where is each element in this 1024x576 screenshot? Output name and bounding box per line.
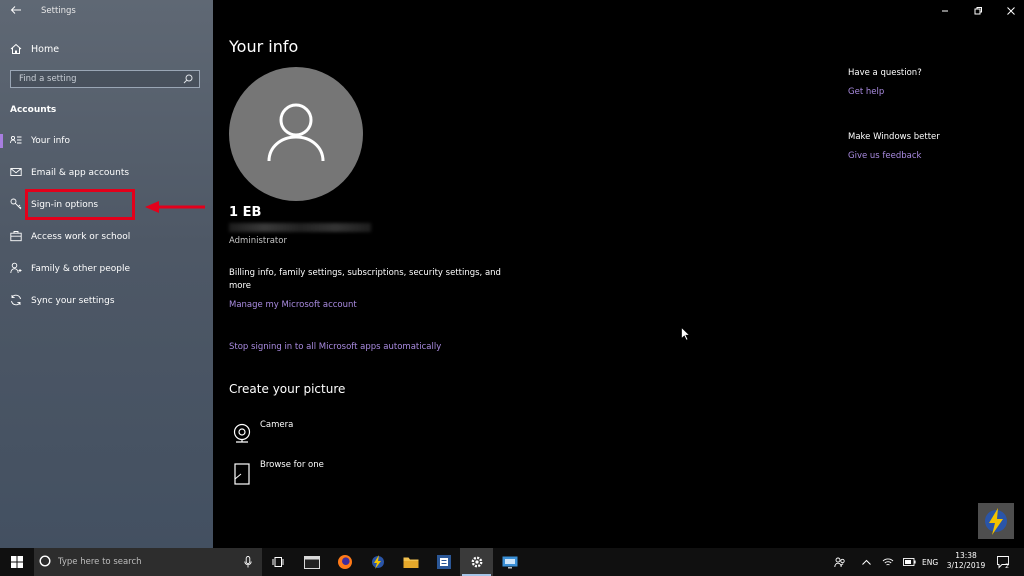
key-icon [10,198,22,210]
annotation-arrow-icon [145,201,205,213]
taskbar-app-file-explorer[interactable] [394,548,427,576]
sidebar-item-label: Sync your settings [31,296,115,306]
taskbar-app-window[interactable] [295,548,328,576]
section-title-accounts: Accounts [10,105,57,115]
nav-home[interactable]: Home [10,40,59,58]
give-feedback-link[interactable]: Give us feedback [848,151,921,161]
taskbar-app-winaero[interactable] [361,548,394,576]
sidebar-item-email-accounts[interactable]: Email & app accounts [0,160,213,186]
minimize-icon[interactable] [938,4,952,18]
billing-info-text: Billing info, family settings, subscript… [229,268,501,291]
user-name: 1 EB [229,205,262,220]
app-logo-watermark [978,503,1014,539]
find-setting-search[interactable] [10,70,200,88]
sidebar-item-label: Access work or school [31,232,131,242]
clock-time: 13:38 [955,551,977,560]
monitor-app-icon [502,556,517,568]
people-tray-icon [834,557,845,568]
avatar [229,67,363,201]
windows-logo-icon [11,556,23,568]
task-view-button[interactable] [264,548,292,576]
annotation-highlight-box [25,189,135,220]
sidebar-item-label: Your info [31,136,70,146]
close-icon[interactable] [1004,4,1018,18]
nav-home-label: Home [31,43,60,55]
show-hidden-icons-button[interactable] [857,548,875,576]
stop-signing-in-link[interactable]: Stop signing in to all Microsoft apps au… [229,342,441,352]
find-setting-input[interactable] [19,73,184,85]
back-arrow-icon[interactable] [10,4,22,16]
cortana-icon [39,555,51,567]
mouse-cursor-icon [681,327,690,341]
mail-icon [10,168,22,176]
redacted-email [229,223,371,232]
sidebar-item-label: Family & other people [31,264,131,274]
sidebar-item-sync-settings[interactable]: Sync your settings [0,288,213,314]
restore-icon[interactable] [971,4,985,18]
settings-sidebar: Settings Home Accounts Your info Email &… [0,0,213,548]
camera-option-label: Camera [260,420,294,430]
window-title: Settings [41,6,76,16]
taskbar-app-firefox[interactable] [328,548,361,576]
sync-icon [11,294,21,306]
people-tray-button[interactable] [830,548,850,576]
make-windows-better-title: Make Windows better [848,132,940,142]
browse-file-icon [234,463,250,485]
battery-button[interactable] [900,548,918,576]
wifi-icon [882,558,894,566]
taskbar-app-word[interactable] [427,548,460,576]
user-avatar-icon [267,103,325,162]
taskbar-app-settings[interactable] [460,548,493,576]
taskbar-search-box[interactable] [34,548,262,576]
task-view-icon [272,557,284,567]
battery-icon [902,558,916,566]
people-icon [10,262,22,274]
chevron-up-icon [861,559,871,565]
camera-icon [233,423,251,443]
microphone-icon[interactable] [244,556,252,568]
network-button[interactable] [879,548,897,576]
app-window-icon [303,555,320,569]
taskbar-app-store[interactable] [493,548,526,576]
account-role: Administrator [229,236,287,246]
browse-option-label: Browse for one [260,460,324,470]
sidebar-item-label: Email & app accounts [31,168,130,178]
search-icon[interactable] [183,74,193,84]
folder-icon [403,557,418,568]
start-button[interactable] [0,548,34,576]
contact-card-icon [10,135,22,144]
manage-microsoft-account-link[interactable]: Manage my Microsoft account [229,300,357,310]
browse-option[interactable]: Browse for one [229,460,369,488]
clock-date: 3/12/2019 [946,561,986,570]
title-bar: Settings [0,0,213,22]
lightning-app-icon [371,555,384,569]
home-icon [10,43,22,54]
sidebar-item-your-info[interactable]: Your info [0,128,213,154]
sidebar-item-family-people[interactable]: Family & other people [0,256,213,282]
notification-badge: 2 [1005,562,1010,570]
firefox-icon [337,555,352,569]
camera-option[interactable]: Camera [229,420,369,448]
taskbar-clock[interactable]: 13:38 3/12/2019 [945,551,987,571]
sidebar-item-work-school[interactable]: Access work or school [0,224,213,250]
create-picture-heading: Create your picture [229,382,346,396]
taskbar: ENG 13:38 3/12/2019 2 [0,548,1024,576]
taskbar-search-input[interactable] [58,556,233,568]
input-language[interactable]: ENG [922,558,938,567]
action-center-button[interactable]: 2 [993,548,1015,576]
help-question-title: Have a question? [848,68,922,78]
briefcase-icon [10,231,22,242]
word-icon [436,555,451,569]
gear-icon [471,556,482,568]
lightning-bolt-icon [985,508,1007,535]
get-help-link[interactable]: Get help [848,87,884,97]
page-title: Your info [229,37,299,56]
